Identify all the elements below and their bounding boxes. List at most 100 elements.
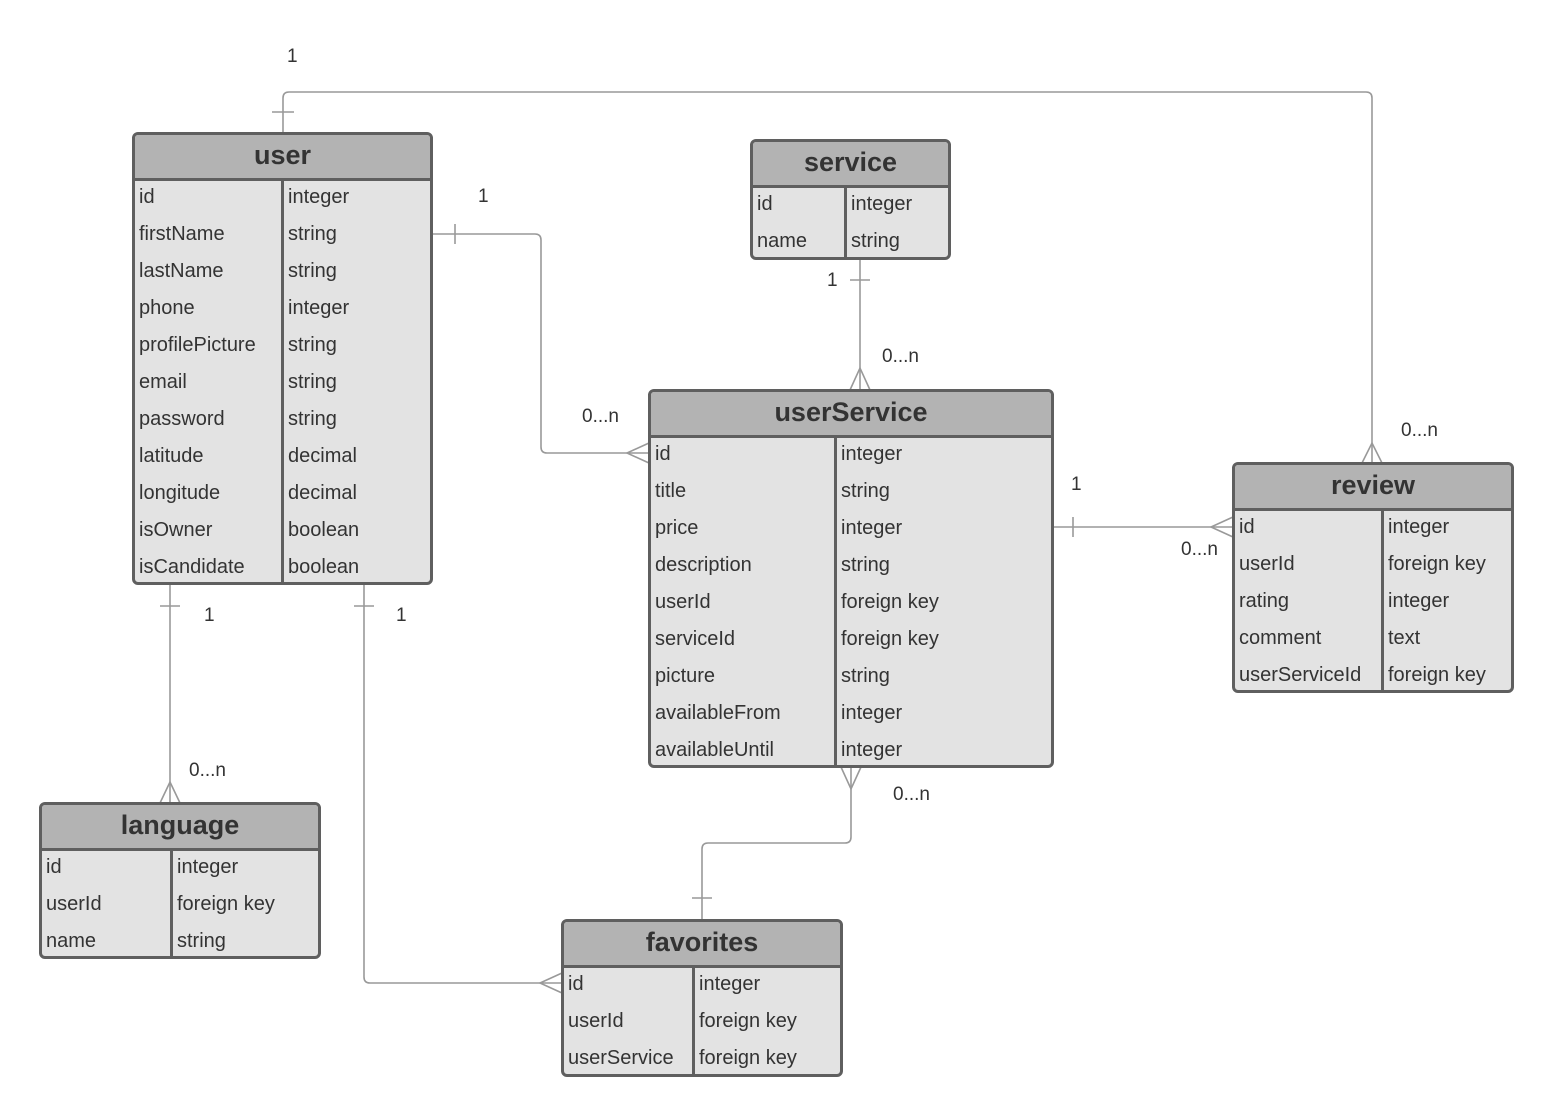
attribute-name: title	[655, 480, 687, 502]
attribute-type-column: integer string string integer string string st…	[284, 181, 430, 582]
entity-title: userService	[651, 392, 1051, 438]
attribute-type: string	[288, 334, 337, 356]
attribute-type: integer	[288, 186, 350, 208]
cardinality-user-language-to: 0...n	[189, 760, 226, 781]
attribute-type: string	[841, 480, 890, 502]
attribute-name: firstName	[139, 223, 225, 245]
cardinality-userService-review-to: 0...n	[1181, 539, 1218, 560]
entity-review[interactable]: review id userId rating comment userServiceI…	[1232, 462, 1514, 693]
attribute-type: string	[288, 371, 337, 393]
attribute-type: foreign key	[177, 893, 275, 915]
attribute-name-column: id userId userService	[564, 968, 695, 1074]
attribute-type-column: integer foreign key foreign key	[695, 968, 840, 1074]
attribute-type: integer	[841, 443, 903, 465]
attribute-name: id	[46, 856, 62, 878]
attribute-name-column: id userId name	[42, 851, 173, 956]
entity-attributes: id title price description userId serviceId pi…	[651, 438, 1051, 765]
attribute-name: name	[46, 930, 97, 952]
attribute-name: serviceId	[655, 628, 736, 650]
attribute-type: text	[1388, 627, 1421, 649]
entity-attributes: id userId rating comment userServiceId integ…	[1235, 511, 1511, 690]
attribute-type: decimal	[288, 482, 357, 504]
attribute-type-column: integer string	[847, 188, 948, 257]
attribute-name: picture	[655, 665, 716, 687]
attribute-name: isCandidate	[139, 556, 245, 578]
cardinality-user-favorites-from: 1	[396, 605, 407, 626]
connector-favorites-userService	[701, 767, 852, 920]
entity-attributes: id userId name integer foreign key string	[42, 851, 318, 956]
attribute-type: string	[177, 930, 226, 952]
attribute-name-column: id userId rating comment userServiceId	[1235, 511, 1384, 690]
attribute-type: boolean	[288, 519, 360, 541]
attribute-name: userId	[655, 591, 711, 613]
connector-user-favorites	[363, 584, 562, 984]
attribute-type: string	[288, 408, 337, 430]
cardinality-user-language-from: 1	[204, 605, 215, 626]
attribute-name: availableUntil	[655, 739, 774, 761]
attribute-name: id	[655, 443, 671, 465]
attribute-type: integer	[288, 297, 350, 319]
entity-title: user	[135, 135, 430, 181]
attribute-name: profilePicture	[139, 334, 256, 356]
entity-language[interactable]: language id userId name integer foreign key…	[39, 802, 321, 959]
attribute-name-column: id title price description userId serviceId pi…	[651, 438, 837, 765]
attribute-type: string	[841, 554, 890, 576]
entity-attributes: id firstName lastName phone profilePicture em…	[135, 181, 430, 582]
attribute-type: foreign key	[699, 1010, 797, 1032]
entity-title: language	[42, 805, 318, 851]
attribute-name: availableFrom	[655, 702, 781, 724]
entity-title: review	[1235, 465, 1511, 511]
entity-favorites[interactable]: favorites id userId userService integer for…	[561, 919, 843, 1077]
attribute-type: string	[841, 665, 890, 687]
entity-user[interactable]: user id firstName lastName phone profilePict…	[132, 132, 433, 585]
attribute-name-column: id name	[753, 188, 847, 257]
attribute-name: price	[655, 517, 699, 539]
attribute-type: foreign key	[841, 628, 939, 650]
attribute-name: isOwner	[139, 519, 213, 541]
attribute-name: id	[568, 973, 584, 995]
attribute-name: comment	[1239, 627, 1322, 649]
attribute-type: foreign key	[1388, 664, 1486, 686]
attribute-name: userId	[1239, 553, 1295, 575]
attribute-name: userService	[568, 1047, 674, 1069]
attribute-type: integer	[841, 517, 903, 539]
cardinality-user-userService-to: 0...n	[582, 406, 619, 427]
cardinality-user-review-to: 0...n	[1401, 420, 1438, 441]
attribute-type: integer	[177, 856, 239, 878]
attribute-type: decimal	[288, 445, 357, 467]
attribute-name: email	[139, 371, 187, 393]
attribute-type: integer	[1388, 516, 1450, 538]
cardinality-service-userService-to: 0...n	[882, 346, 919, 367]
attribute-name: id	[139, 186, 155, 208]
cardinality-favorites-userService-to: 0...n	[893, 784, 930, 805]
attribute-type: string	[851, 230, 900, 252]
attribute-type: foreign key	[841, 591, 939, 613]
attribute-name: id	[757, 193, 773, 215]
attribute-type: integer	[851, 193, 913, 215]
attribute-name: userId	[46, 893, 102, 915]
entity-title: service	[753, 142, 948, 188]
attribute-type: integer	[699, 973, 761, 995]
attribute-name: userServiceId	[1239, 664, 1362, 686]
attribute-name: userId	[568, 1010, 624, 1032]
attribute-type-column: integer foreign key integer text foreign key	[1384, 511, 1511, 690]
attribute-type: boolean	[288, 556, 360, 578]
cardinality-user-review-from: 1	[287, 46, 298, 67]
cardinality-user-userService-from: 1	[478, 186, 489, 207]
attribute-type-column: integer string integer string foreign key for…	[837, 438, 1051, 765]
entity-attributes: id userId userService integer foreign key fo…	[564, 968, 840, 1074]
attribute-type: foreign key	[1388, 553, 1486, 575]
entity-service[interactable]: service id name integer string	[750, 139, 951, 260]
attribute-name: rating	[1239, 590, 1290, 612]
attribute-type: string	[288, 223, 337, 245]
attribute-name: id	[1239, 516, 1255, 538]
attribute-name-column: id firstName lastName phone profilePicture em…	[135, 181, 284, 582]
attribute-type: integer	[841, 739, 903, 761]
entity-title: favorites	[564, 922, 840, 968]
attribute-name: password	[139, 408, 225, 430]
attribute-type-column: integer foreign key string	[173, 851, 318, 956]
entity-userService[interactable]: userService id title price description userI…	[648, 389, 1054, 768]
entity-attributes: id name integer string	[753, 188, 948, 257]
attribute-name: latitude	[139, 445, 204, 467]
attribute-type: string	[288, 260, 337, 282]
